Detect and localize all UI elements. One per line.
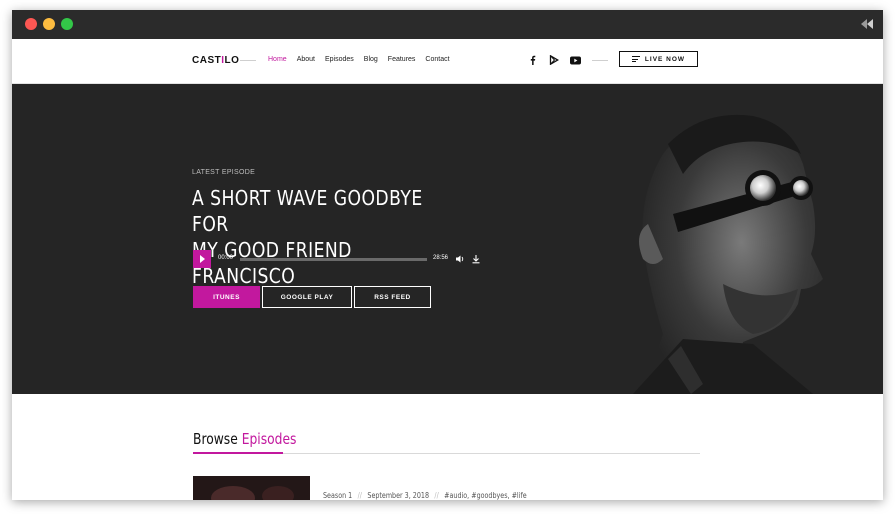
episode-thumbnail[interactable]: [193, 476, 310, 500]
google-play-icon[interactable]: [548, 54, 560, 66]
volume-icon[interactable]: [455, 254, 465, 264]
episode-meta: Season 1 // September 3, 2018 // #audio,…: [323, 491, 527, 500]
rewind-icon: [861, 19, 873, 29]
episode-date[interactable]: September 3, 2018: [367, 491, 429, 500]
play-button[interactable]: [193, 250, 211, 268]
nav-item-episodes[interactable]: Episodes: [325, 56, 354, 63]
episode-title-line-1: A SHORT WAVE GOODBYE FOR: [192, 186, 423, 236]
maximize-window-button[interactable]: [61, 18, 73, 30]
browse-episodes-heading: Browse Episodes: [193, 430, 296, 448]
nav-item-features[interactable]: Features: [388, 56, 416, 63]
meta-separator: //: [357, 491, 362, 500]
rss-feed-button[interactable]: RSS FEED: [354, 286, 431, 308]
nav-item-about[interactable]: About: [297, 56, 315, 63]
nav-item-home[interactable]: Home: [268, 56, 287, 63]
episode-title: A SHORT WAVE GOODBYE FOR MY GOOD FRIEND …: [192, 185, 450, 289]
heading-accent: Episodes: [241, 430, 297, 448]
facebook-icon[interactable]: [527, 54, 539, 66]
browser-window: CASTILO Home About Episodes Blog Feature…: [12, 10, 883, 500]
meta-separator: //: [434, 491, 439, 500]
nav-divider: [240, 60, 256, 61]
nav-divider: [592, 60, 608, 61]
menu-lines-icon: [631, 56, 640, 62]
close-window-button[interactable]: [25, 18, 37, 30]
latest-episode-label: LATEST EPISODE: [192, 169, 256, 176]
audio-player: 00:00 28:56: [193, 250, 483, 268]
total-time: 28:56: [433, 255, 449, 261]
episode-season[interactable]: Season 1: [323, 491, 352, 500]
site-logo[interactable]: CASTILO: [192, 55, 239, 66]
current-time: 00:00: [218, 255, 234, 261]
live-now-label: LIVE NOW: [644, 55, 686, 63]
hero-section: LATEST EPISODE A SHORT WAVE GOODBYE FOR …: [12, 84, 883, 394]
minimize-window-button[interactable]: [43, 18, 55, 30]
site-header: CASTILO Home About Episodes Blog Feature…: [12, 39, 883, 84]
itunes-button[interactable]: ITUNES: [193, 286, 260, 308]
episode-tags[interactable]: #audio, #goodbyes, #life: [444, 491, 526, 500]
heading-plain: Browse: [193, 430, 238, 448]
main-menu: Home About Episodes Blog Features Contac…: [268, 56, 460, 63]
download-icon[interactable]: [471, 254, 481, 264]
nav-item-blog[interactable]: Blog: [364, 56, 378, 63]
heading-underline: [193, 452, 283, 454]
window-titlebar: [12, 10, 883, 39]
youtube-icon[interactable]: [569, 54, 581, 66]
progress-track[interactable]: [240, 258, 427, 261]
live-now-button[interactable]: LIVE NOW: [619, 51, 698, 67]
google-play-button[interactable]: GOOGLE PLAY: [262, 286, 352, 308]
social-links: [527, 54, 581, 66]
nav-item-contact[interactable]: Contact: [425, 56, 449, 63]
hero-portrait-image: [573, 84, 883, 394]
